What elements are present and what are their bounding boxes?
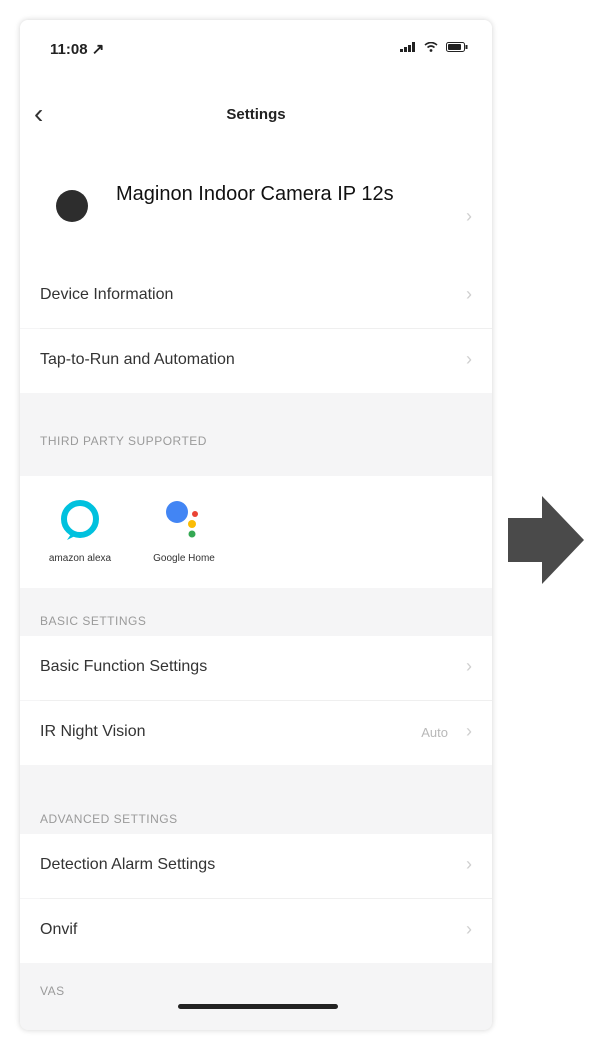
camera-device-icon: [56, 190, 88, 222]
row-label: Device Information: [40, 286, 174, 303]
phone-screen: 11:08 ↗ ‹ Settings Maginon Indoor Camera…: [20, 20, 492, 1030]
google-home-tile[interactable]: Google Home: [140, 496, 228, 564]
chevron-right-icon: ›: [466, 349, 472, 369]
home-indicator[interactable]: [178, 1004, 338, 1009]
section-header-third-party: THIRD PARTY SUPPORTED: [40, 434, 207, 448]
chevron-right-icon: ›: [466, 206, 472, 226]
section-header-vas: VAS: [40, 984, 65, 998]
section-header-advanced: ADVANCED SETTINGS: [40, 812, 178, 826]
row-label: Tap-to-Run and Automation: [40, 351, 235, 368]
row-label: Onvif: [40, 921, 78, 938]
section-header-basic: BASIC SETTINGS: [40, 614, 147, 628]
google-caption: Google Home: [153, 553, 215, 564]
chevron-right-icon: ›: [466, 721, 472, 741]
row-label: Basic Function Settings: [40, 658, 208, 675]
battery-icon: [446, 42, 468, 52]
ir-night-vision-value: Auto: [421, 725, 448, 740]
row-label: Detection Alarm Settings: [40, 856, 216, 873]
arrow-right-icon: [508, 496, 584, 584]
wifi-icon: [424, 42, 438, 52]
chevron-right-icon: ›: [466, 284, 472, 304]
row-basic-function[interactable]: Basic Function Settings ›: [20, 636, 492, 700]
row-tap-to-run[interactable]: Tap-to-Run and Automation ›: [20, 329, 492, 393]
device-row[interactable]: [20, 164, 492, 264]
row-label: IR Night Vision: [40, 723, 146, 740]
row-onvif[interactable]: Onvif ›: [20, 899, 492, 963]
device-name: Maginon Indoor Camera IP 12s: [116, 183, 394, 205]
chevron-right-icon: ›: [466, 656, 472, 676]
page-title: Settings: [226, 106, 286, 123]
status-time: 11:08 ↗: [50, 41, 105, 58]
alexa-caption: amazon alexa: [48, 553, 112, 564]
chevron-right-icon: ›: [466, 854, 472, 874]
google-assistant-icon: [166, 501, 198, 538]
row-device-information[interactable]: Device Information ›: [20, 264, 492, 328]
row-detection-alarm[interactable]: Detection Alarm Settings ›: [20, 834, 492, 898]
status-bar: 11:08 ↗: [20, 20, 492, 84]
nav-bar: ‹ Settings: [20, 84, 492, 164]
alexa-icon: [61, 500, 99, 540]
chevron-right-icon: ›: [466, 919, 472, 939]
signal-icon: [400, 42, 415, 52]
status-icons: [400, 42, 468, 52]
alexa-tile[interactable]: amazon alexa: [36, 496, 124, 564]
row-ir-night-vision[interactable]: IR Night Vision Auto ›: [20, 701, 492, 765]
